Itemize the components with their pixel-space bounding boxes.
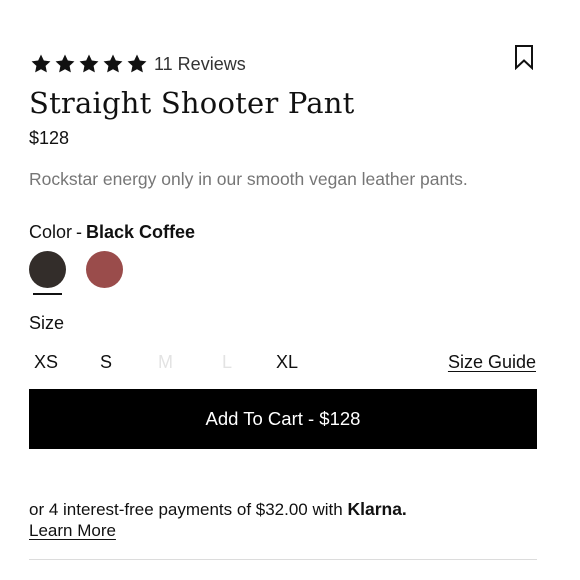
klarna-logo: Klarna. xyxy=(347,499,407,519)
color-label: Color - Black Coffee xyxy=(29,222,195,243)
color-swatch-red[interactable] xyxy=(86,251,123,288)
bookmark-icon[interactable] xyxy=(513,44,535,70)
size-option-m: M xyxy=(158,352,173,372)
product-price: $128 xyxy=(29,128,70,148)
star-icon xyxy=(103,54,123,73)
size-label: Size xyxy=(29,313,65,333)
learn-more-link[interactable]: Learn More xyxy=(29,521,116,541)
size-guide-link[interactable]: Size Guide xyxy=(448,352,536,373)
add-to-cart-button[interactable]: Add To Cart - $128 xyxy=(29,389,537,449)
star-icon xyxy=(55,54,75,73)
star-icon xyxy=(31,54,51,73)
rating-row: 11 Reviews xyxy=(30,52,246,76)
selected-swatch-indicator xyxy=(33,293,62,295)
divider xyxy=(29,559,537,560)
product-description: Rockstar energy only in our smooth vegan… xyxy=(29,169,468,189)
size-option-xs[interactable]: XS xyxy=(34,352,58,373)
color-label-text: Color xyxy=(29,222,73,242)
color-swatch-black-coffee[interactable] xyxy=(29,251,66,288)
star-icon xyxy=(79,54,99,73)
klarna-text: or 4 interest-free payments of $32.00 wi… xyxy=(29,500,343,519)
product-title: Straight Shooter Pant xyxy=(29,86,355,120)
size-option-s[interactable]: S xyxy=(100,352,112,373)
size-option-l: L xyxy=(222,352,233,372)
star-rating xyxy=(30,53,148,75)
klarna-message: or 4 interest-free payments of $32.00 wi… xyxy=(29,499,407,520)
size-option-xl[interactable]: XL xyxy=(276,352,298,373)
star-icon xyxy=(127,54,147,73)
reviews-link[interactable]: 11 Reviews xyxy=(154,52,246,76)
color-label-separator: - xyxy=(76,222,83,242)
selected-color-name: Black Coffee xyxy=(86,222,196,242)
